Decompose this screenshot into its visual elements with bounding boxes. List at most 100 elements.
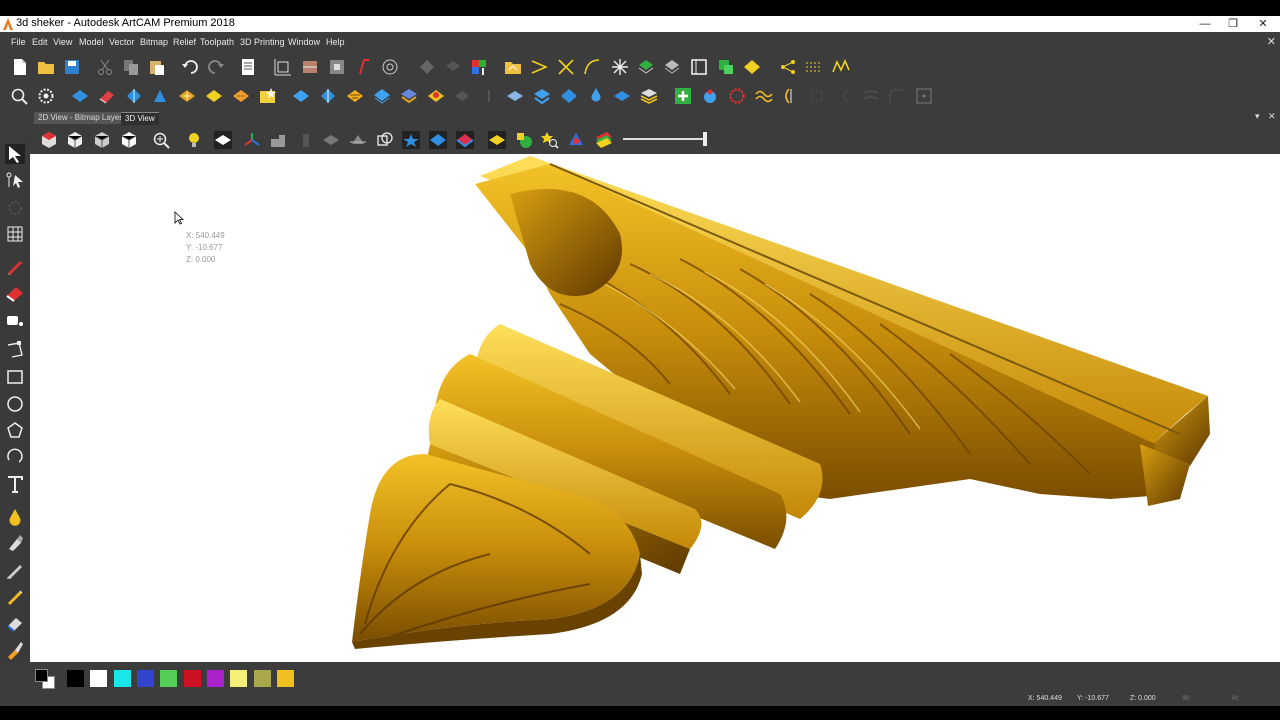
menu-edit[interactable]: Edit (32, 37, 48, 47)
paint-brush-icon[interactable] (5, 640, 25, 660)
relief-blue-3-icon[interactable] (151, 87, 169, 105)
polygon-icon[interactable] (5, 420, 25, 440)
redo-icon[interactable] (207, 58, 225, 76)
relief-round-icon[interactable] (701, 87, 719, 105)
cut-icon[interactable] (96, 58, 114, 76)
overlap-shapes-icon[interactable] (376, 131, 394, 149)
color-swatch-black[interactable] (67, 670, 84, 687)
color-swatch-green[interactable] (160, 670, 177, 687)
layers-merge-icon[interactable] (470, 58, 488, 76)
relief-blue-7-icon[interactable] (506, 87, 524, 105)
node-edit-icon[interactable] (5, 171, 25, 191)
knife-icon[interactable] (5, 586, 25, 606)
relief-blue-10-icon[interactable] (613, 87, 631, 105)
relief-mirror-icon[interactable] (781, 87, 799, 105)
axes-icon[interactable] (243, 131, 261, 149)
relief-ring-icon[interactable] (728, 87, 746, 105)
drop-yellow-icon[interactable] (5, 507, 25, 527)
color-palette-icon[interactable] (595, 131, 613, 149)
menu-vector[interactable]: Vector (109, 37, 135, 47)
relief-grey-5-icon[interactable] (862, 87, 880, 105)
color-swatch-olive[interactable] (254, 670, 271, 687)
model-resolution-icon[interactable] (301, 58, 319, 76)
relief-blue-6-icon[interactable] (373, 87, 391, 105)
color-swatch-blue[interactable] (137, 670, 154, 687)
menu-view[interactable]: View (53, 37, 72, 47)
pencil-red-icon[interactable] (5, 256, 25, 276)
smudge-pencil-icon[interactable] (5, 560, 25, 580)
shading-slider-thumb[interactable] (703, 132, 707, 146)
relief-yellow-icon[interactable] (205, 87, 223, 105)
3d-viewport[interactable]: X: 540.449 Y: -10.677 Z: 0.000 (30, 154, 1280, 662)
relief-grey-6-icon[interactable] (888, 87, 906, 105)
paste-icon[interactable] (148, 58, 166, 76)
tab-close-icon[interactable]: ✕ (1268, 111, 1276, 122)
relief-orange-icon[interactable] (232, 87, 250, 105)
relief-blue-4-icon[interactable] (292, 87, 310, 105)
rotate-grey-icon[interactable] (5, 198, 25, 218)
red-plane-shading-icon[interactable] (456, 131, 474, 149)
surface-toggle-icon[interactable] (214, 131, 232, 149)
design-icon[interactable] (381, 58, 399, 76)
layer-grey-icon[interactable] (349, 131, 367, 149)
close-button[interactable]: ✕ (1248, 16, 1278, 32)
cube-iso-view-icon[interactable] (40, 131, 58, 149)
menu-3d-printing[interactable]: 3D Printing (240, 37, 285, 47)
paint-bucket-icon[interactable] (5, 310, 25, 330)
relief-blue-1-icon[interactable] (71, 87, 89, 105)
text-t-icon[interactable] (5, 474, 25, 494)
color-swatch-gold[interactable] (277, 670, 294, 687)
grid-frame-icon[interactable] (5, 224, 25, 244)
menu-bitmap[interactable]: Bitmap (140, 37, 168, 47)
new-file-icon[interactable] (11, 58, 29, 76)
add-plus-icon[interactable] (674, 87, 692, 105)
vector-arrow-icon[interactable] (530, 58, 548, 76)
grey-layers-icon[interactable] (444, 58, 462, 76)
cube-side-view-icon[interactable] (120, 131, 138, 149)
color-swatch-cyan[interactable] (114, 670, 131, 687)
brush-icon[interactable] (5, 533, 25, 553)
machine-icon[interactable] (269, 131, 287, 149)
nodes-icon[interactable] (779, 58, 797, 76)
restore-button[interactable]: ❐ (1218, 16, 1248, 32)
text-tool-icon[interactable] (355, 58, 373, 76)
color-swatch-light-yellow[interactable] (230, 670, 247, 687)
copy-icon[interactable] (122, 58, 140, 76)
relief-grey-4-icon[interactable] (836, 87, 854, 105)
relief-multi-icon[interactable] (400, 87, 418, 105)
menu-model[interactable]: Model (79, 37, 104, 47)
shading-slider-track[interactable] (623, 138, 707, 140)
align-points-icon[interactable] (805, 58, 823, 76)
crop-icon[interactable] (328, 58, 346, 76)
relief-blue-2-icon[interactable] (125, 87, 143, 105)
menu-help[interactable]: Help (326, 37, 345, 47)
relief-blue-9-icon[interactable] (560, 87, 578, 105)
surface-grey-icon[interactable] (322, 131, 340, 149)
cube-top-view-icon[interactable] (66, 131, 84, 149)
color-shapes-icon[interactable] (567, 131, 585, 149)
relief-grey-2-icon[interactable] (480, 87, 498, 105)
star-burst-icon[interactable] (611, 58, 629, 76)
eraser-red-icon[interactable] (5, 283, 25, 303)
relief-blue-8-icon[interactable] (533, 87, 551, 105)
tab-dropdown-icon[interactable]: ▾ (1255, 111, 1260, 122)
curve-icon[interactable] (583, 58, 601, 76)
color-swatch-white[interactable] (90, 670, 107, 687)
relief-star-folder-icon[interactable] (259, 87, 277, 105)
vector-join-icon[interactable] (557, 58, 575, 76)
save-icon[interactable] (63, 58, 81, 76)
relief-texture-icon[interactable] (178, 87, 196, 105)
menu-relief[interactable]: Relief (173, 37, 196, 47)
star-search-icon[interactable] (541, 131, 559, 149)
notes-icon[interactable] (239, 58, 257, 76)
menu-toolpath[interactable]: Toolpath (200, 37, 234, 47)
relief-drop-icon[interactable] (587, 87, 605, 105)
relief-red-eraser-icon[interactable] (98, 87, 116, 105)
light-bulb-icon[interactable] (185, 131, 203, 149)
relief-stack-icon[interactable] (640, 87, 658, 105)
open-vector-folder-icon[interactable] (504, 58, 522, 76)
select-arrow-icon[interactable] (5, 144, 25, 164)
yellow-material-icon[interactable] (488, 131, 506, 149)
minimize-button[interactable]: — (1190, 16, 1220, 32)
color-swatch-purple[interactable] (207, 670, 224, 687)
